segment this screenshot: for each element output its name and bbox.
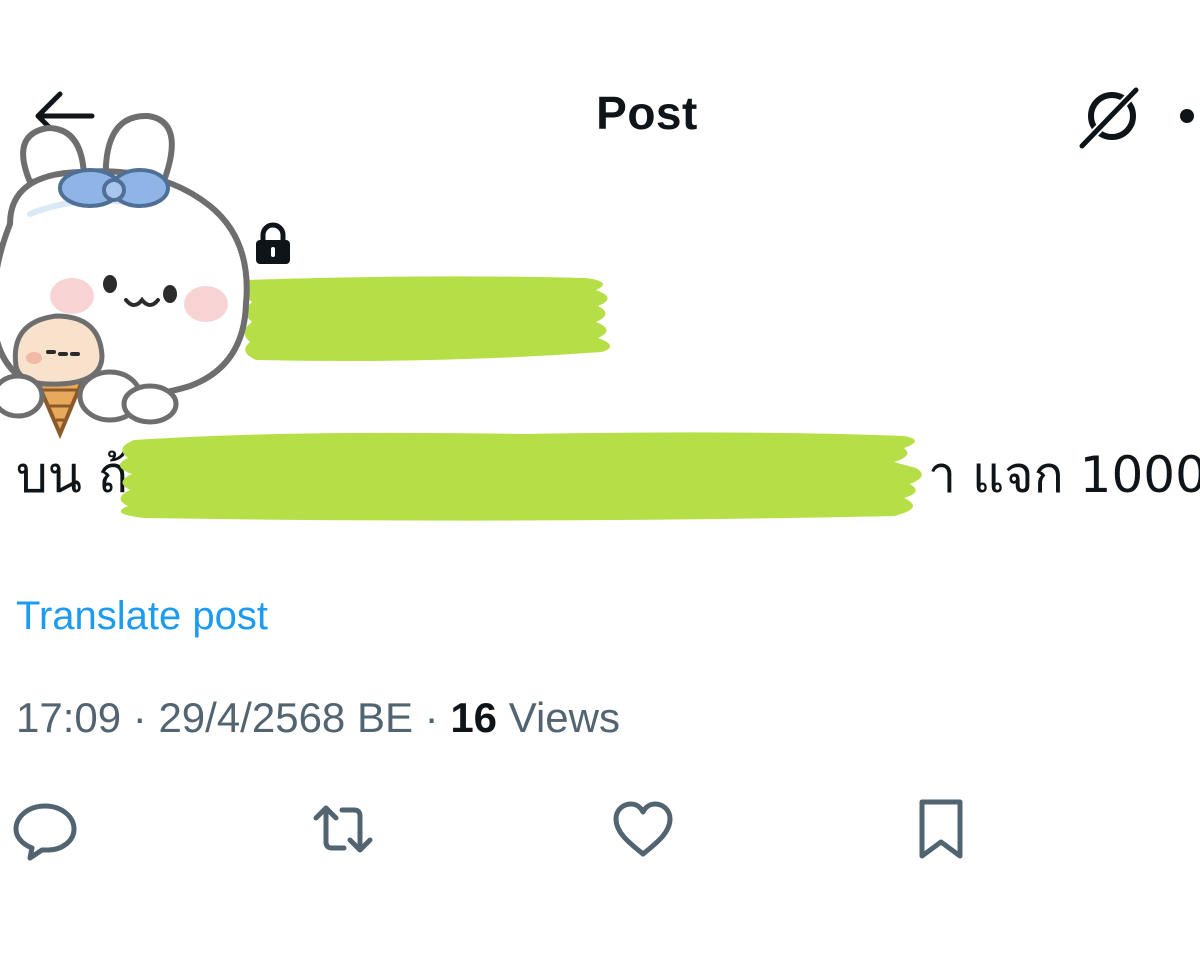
more-icon <box>1180 109 1194 123</box>
bookmark-button[interactable] <box>908 796 974 862</box>
bookmark-icon <box>919 799 963 859</box>
post-meta: 17:09 · 29/4/2568 BE · 16 Views <box>16 694 620 742</box>
post-text-end: า แจก 1000 <box>928 446 1200 504</box>
post-time: 17:09 <box>16 694 122 741</box>
post-detail-screen: Post บน ถ้ า แจก 1000 Translate post 17:… <box>0 0 1200 960</box>
like-icon <box>613 801 673 857</box>
grok-button[interactable] <box>1076 82 1146 152</box>
grok-icon <box>1077 85 1141 151</box>
like-button[interactable] <box>610 796 676 862</box>
name-redaction <box>243 276 611 361</box>
more-button[interactable] <box>1176 104 1200 128</box>
repost-button[interactable] <box>310 796 376 862</box>
reply-icon <box>13 803 77 861</box>
views-count[interactable]: 16 <box>450 694 497 741</box>
repost-icon <box>313 805 373 853</box>
meta-separator: · <box>121 694 159 741</box>
meta-separator: · <box>412 694 451 741</box>
translate-post-link[interactable]: Translate post <box>16 594 268 639</box>
avatar[interactable] <box>0 104 260 444</box>
post-date[interactable]: 29/4/2568 BE <box>158 694 413 741</box>
views-label[interactable]: Views <box>497 694 620 741</box>
reply-button[interactable] <box>12 796 78 862</box>
